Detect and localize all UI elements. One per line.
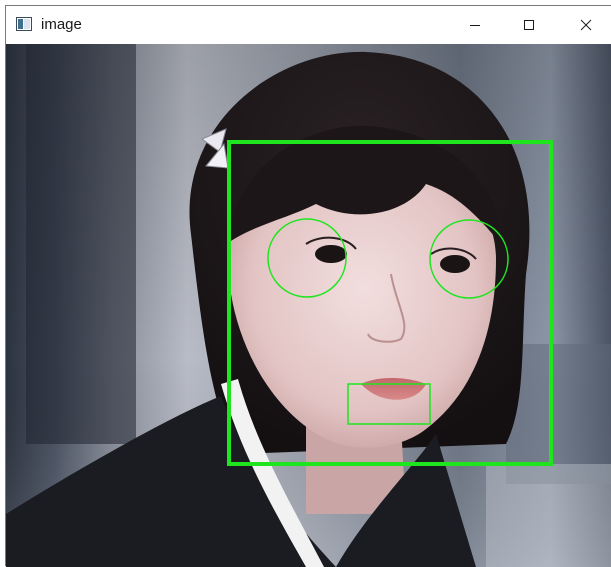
photo-image [6, 44, 611, 567]
image-window: image [5, 5, 611, 567]
close-button[interactable] [563, 6, 609, 44]
title-bar[interactable]: image [6, 6, 611, 44]
image-canvas [6, 44, 611, 567]
minimize-icon [470, 25, 480, 26]
window-title: image [41, 16, 82, 33]
maximize-button[interactable] [506, 6, 552, 44]
maximize-icon [524, 20, 534, 30]
app-window-icon [16, 17, 32, 31]
close-icon [580, 19, 592, 31]
minimize-button[interactable] [452, 6, 498, 44]
